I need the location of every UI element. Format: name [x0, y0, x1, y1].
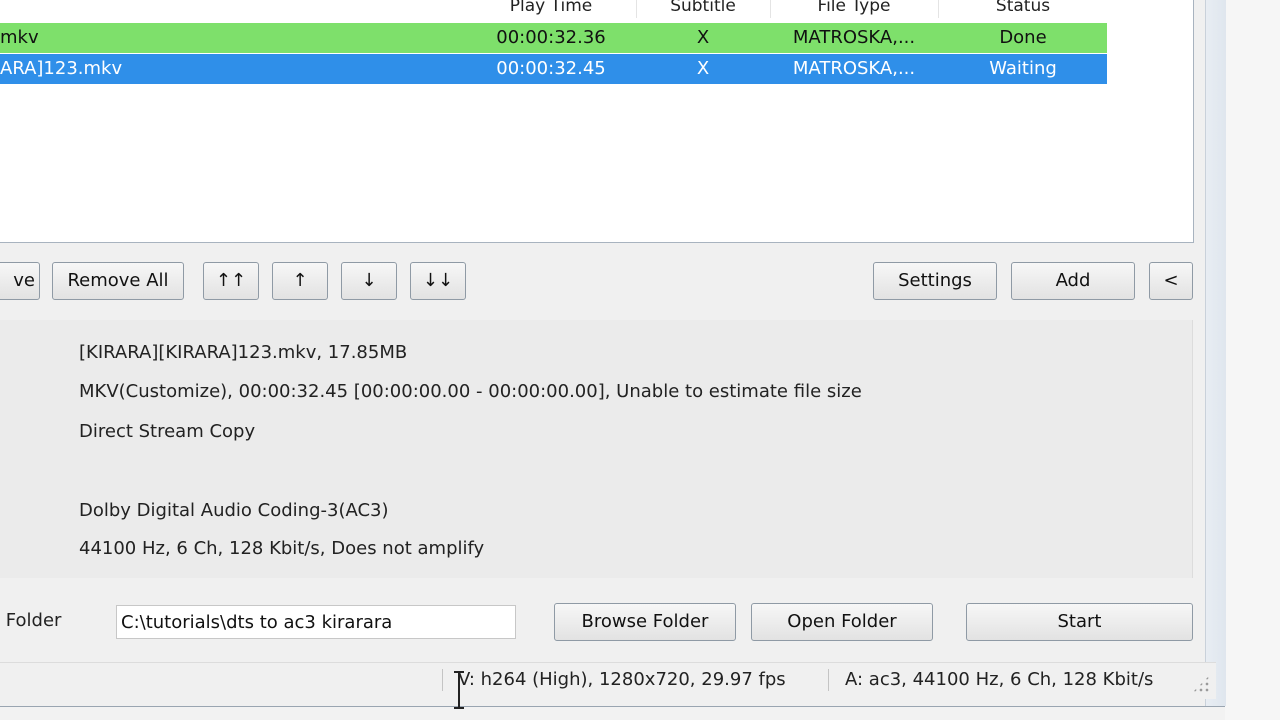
status-bar: V: h264 (High), 1280x720, 29.97 fps A: a…: [0, 662, 1216, 699]
start-button[interactable]: Start: [966, 603, 1193, 641]
move-to-bottom-button[interactable]: ↓↓: [410, 262, 466, 300]
status: Waiting: [989, 58, 1057, 79]
file-row-waiting[interactable]: ARA]123.mkv 00:00:32.45 X MATROSKA,... W…: [0, 54, 1107, 84]
move-up-button[interactable]: ↑: [272, 262, 328, 300]
play-time: 00:00:32.45: [496, 58, 606, 79]
column-header-play-time[interactable]: Play Time: [466, 0, 637, 18]
file-type: MATROSKA,...: [792, 58, 916, 79]
status-video: V: h264 (High), 1280x720, 29.97 fps: [458, 669, 786, 690]
settings-button[interactable]: Settings: [873, 262, 997, 300]
status-separator: [828, 669, 829, 691]
resize-grip-icon[interactable]: [1192, 675, 1210, 693]
remove-all-button[interactable]: Remove All: [52, 262, 184, 300]
status: Done: [999, 27, 1047, 48]
remove-button[interactable]: ve: [0, 262, 40, 300]
file-name: ARA]123.mkv: [0, 58, 123, 79]
file-info-panel: [KIRARA][KIRARA]123.mkv, 17.85MB MKV(Cus…: [0, 320, 1193, 578]
file-type: MATROSKA,...: [792, 27, 916, 48]
column-header-file-type[interactable]: File Type: [770, 0, 939, 18]
play-time: 00:00:32.36: [496, 27, 606, 48]
column-header-status[interactable]: Status: [938, 0, 1108, 18]
move-down-button[interactable]: ↓: [341, 262, 397, 300]
window-frame-right: [1205, 0, 1226, 706]
converter-window: Play Time Subtitle File Type Status mkv …: [0, 0, 1226, 707]
status-audio: A: ac3, 44100 Hz, 6 Ch, 128 Kbit/s: [845, 669, 1154, 690]
output-folder-label: : Folder: [0, 610, 62, 631]
collapse-button[interactable]: <: [1149, 262, 1193, 300]
file-row-done[interactable]: mkv 00:00:32.36 X MATROSKA,... Done: [0, 23, 1107, 53]
info-audio-codec: Dolby Digital Audio Coding-3(AC3): [79, 500, 389, 521]
status-separator: [442, 669, 443, 691]
subtitle: X: [696, 27, 710, 48]
file-name: mkv: [0, 27, 39, 48]
info-file: [KIRARA][KIRARA]123.mkv, 17.85MB: [79, 342, 408, 363]
subtitle: X: [696, 58, 710, 79]
list-toolbar: ve Remove All ↑↑ ↑ ↓ ↓↓ Settings Add <: [0, 262, 1200, 302]
open-folder-button[interactable]: Open Folder: [751, 603, 933, 641]
file-list-header: Play Time Subtitle File Type Status: [0, 0, 1193, 20]
column-header-subtitle[interactable]: Subtitle: [636, 0, 771, 18]
info-video: Direct Stream Copy: [79, 421, 256, 442]
output-folder-input[interactable]: [116, 605, 516, 639]
info-format: MKV(Customize), 00:00:32.45 [00:00:00.00…: [79, 381, 862, 402]
browse-folder-button[interactable]: Browse Folder: [554, 603, 736, 641]
move-to-top-button[interactable]: ↑↑: [203, 262, 259, 300]
info-audio-params: 44100 Hz, 6 Ch, 128 Kbit/s, Does not amp…: [79, 538, 485, 559]
text-cursor-icon: [454, 671, 464, 709]
file-list[interactable]: Play Time Subtitle File Type Status mkv …: [0, 0, 1194, 243]
add-button[interactable]: Add: [1011, 262, 1135, 300]
desktop-background: [1225, 0, 1280, 720]
